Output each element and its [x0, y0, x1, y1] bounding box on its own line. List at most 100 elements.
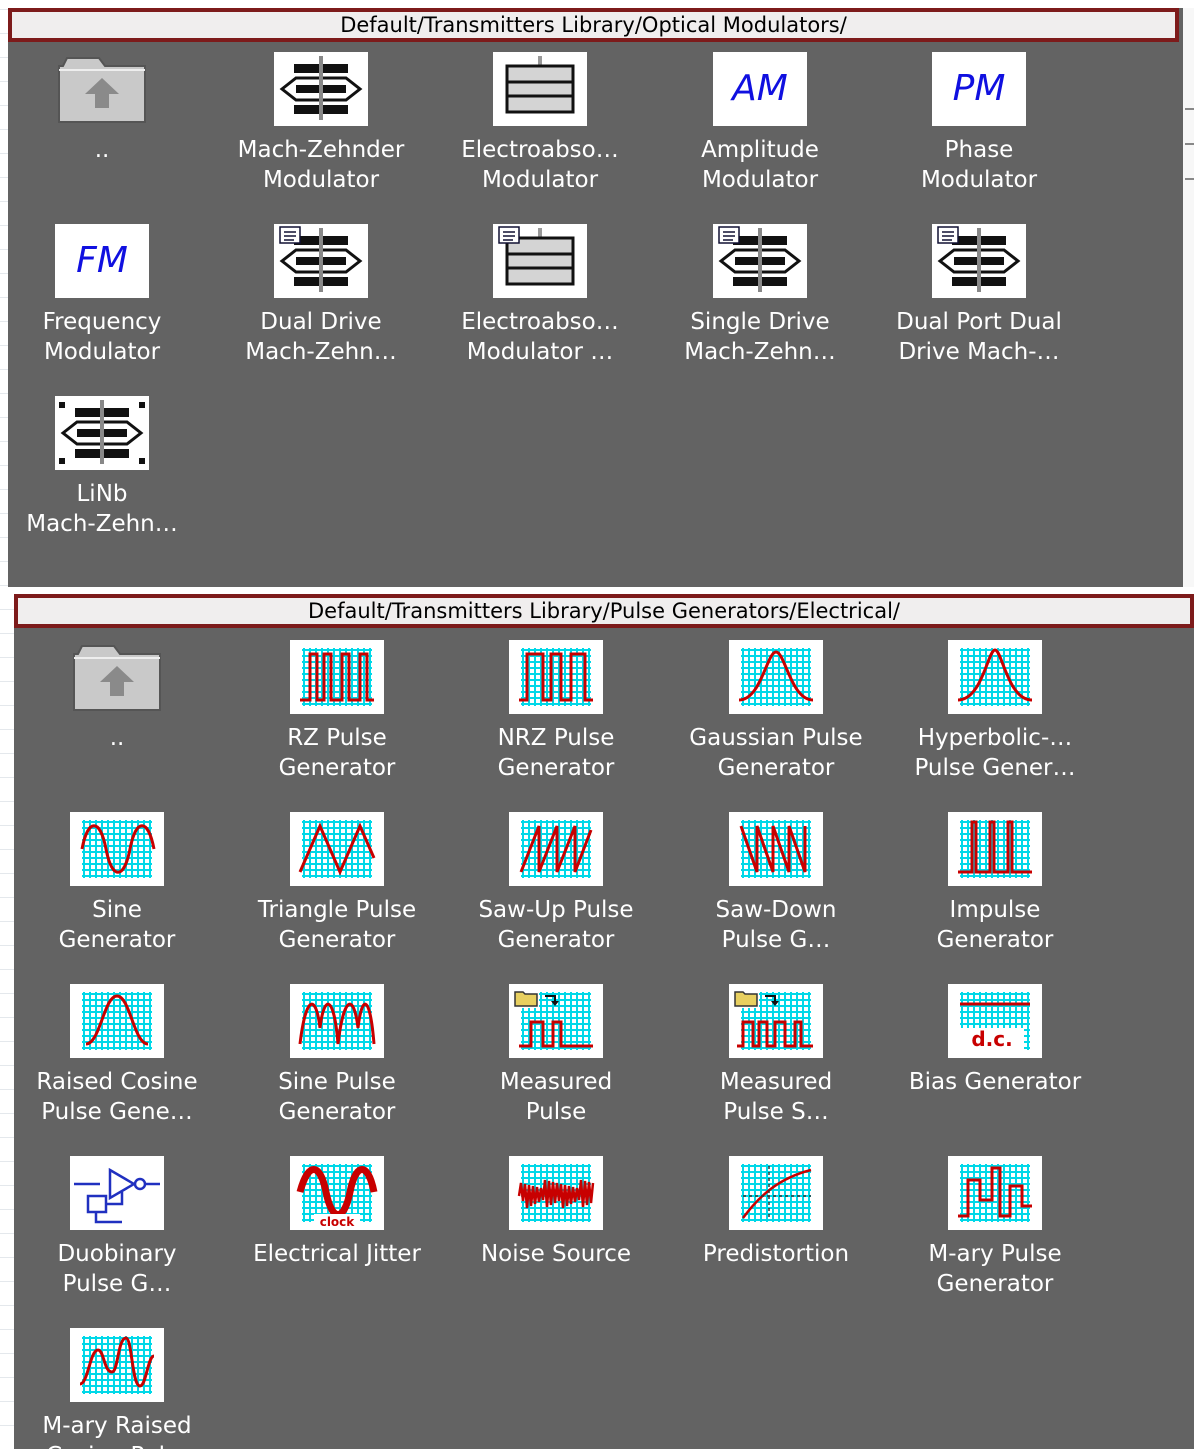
item-label: RZ Pulse Generator	[278, 725, 396, 781]
single-drive-mach-zehnder-icon	[713, 224, 807, 298]
library-item-linb-mach-zehnder[interactable]: LiNb Mach-Zehn…	[8, 396, 212, 539]
library-item-impulse[interactable]: Impulse Generator	[885, 812, 1105, 955]
library-item-raised-cosine[interactable]: Raised Cosine Pulse Gene…	[14, 984, 227, 1127]
item-label: Sine Generator	[58, 897, 176, 953]
hyperbolic-pulse-icon	[948, 640, 1042, 714]
library-panel-pulse-generators: Default/Transmitters Library/Pulse Gener…	[14, 594, 1194, 1449]
edge-tick	[1185, 143, 1194, 145]
right-edge-strip	[1183, 8, 1194, 587]
measured-pulse-sequence-icon	[729, 984, 823, 1058]
sine-pulse-icon	[290, 984, 384, 1058]
bias-dc-icon: d.c.	[948, 984, 1042, 1058]
svg-text:PM: PM	[953, 68, 1006, 109]
item-label: M-ary Pulse Generator	[928, 1241, 1062, 1297]
raised-cosine-icon	[70, 984, 164, 1058]
library-item-electroabsorption[interactable]: Electroabso… Modulator	[430, 52, 650, 195]
item-label: Phase Modulator	[920, 137, 1038, 193]
noise-icon	[509, 1156, 603, 1230]
library-item-bias-dc[interactable]: d.c. Bias Generator	[885, 984, 1105, 1097]
measured-pulse-icon	[509, 984, 603, 1058]
library-item-dual-drive-mach-zehnder[interactable]: Dual Drive Mach-Zehn…	[211, 224, 431, 367]
library-item-folder-up[interactable]: ..	[14, 640, 227, 753]
item-label: Noise Source	[480, 1241, 632, 1267]
item-label: Raised Cosine Pulse Gene…	[36, 1069, 198, 1125]
library-item-saw-up[interactable]: Saw-Up Pulse Generator	[446, 812, 666, 955]
item-label: Mach-Zehnder Modulator	[237, 137, 405, 193]
item-label: Electrical Jitter	[253, 1241, 421, 1267]
jitter-clock-icon: clock	[290, 1156, 384, 1230]
library-item-duobinary[interactable]: Duobinary Pulse G…	[14, 1156, 227, 1299]
library-item-pm[interactable]: PM Phase Modulator	[869, 52, 1089, 195]
library-item-gaussian-pulse[interactable]: Gaussian Pulse Generator	[666, 640, 886, 783]
library-item-dual-port-mach-zehnder[interactable]: Dual Port Dual Drive Mach-…	[869, 224, 1089, 367]
item-label: LiNb Mach-Zehn…	[26, 481, 178, 537]
svg-text:clock: clock	[320, 1215, 356, 1229]
library-item-rz-pulse[interactable]: RZ Pulse Generator	[227, 640, 447, 783]
library-item-saw-down[interactable]: Saw-Down Pulse G…	[666, 812, 886, 955]
dual-port-mach-zehnder-icon	[932, 224, 1026, 298]
library-item-predistortion[interactable]: Predistortion	[666, 1156, 886, 1269]
item-label: Duobinary Pulse G…	[57, 1241, 177, 1297]
item-label: Dual Drive Mach-Zehn…	[245, 309, 397, 365]
electroabsorption-icon	[493, 52, 587, 126]
library-item-jitter-clock[interactable]: clock Electrical Jitter	[227, 1156, 447, 1269]
library-item-folder-up[interactable]: ..	[8, 52, 212, 165]
library-item-sine[interactable]: Sine Generator	[14, 812, 227, 955]
item-label: Hyperbolic-… Pulse Gener…	[914, 725, 1076, 781]
item-label: Sine Pulse Generator	[278, 1069, 396, 1125]
impulse-icon	[948, 812, 1042, 886]
mary-raised-cosine-icon	[70, 1328, 164, 1402]
fm-icon: FM	[55, 224, 149, 298]
sine-icon	[70, 812, 164, 886]
library-item-measured-pulse[interactable]: Measured Pulse	[446, 984, 666, 1127]
library-item-fm[interactable]: FM Frequency Modulator	[8, 224, 212, 367]
predistortion-icon	[729, 1156, 823, 1230]
item-label: Saw-Up Pulse Generator	[478, 897, 634, 953]
item-label: Impulse Generator	[936, 897, 1054, 953]
triangle-pulse-icon	[290, 812, 384, 886]
item-label: Dual Port Dual Drive Mach-…	[896, 309, 1062, 365]
library-item-noise[interactable]: Noise Source	[446, 1156, 666, 1269]
item-label: ..	[109, 725, 125, 751]
item-label: NRZ Pulse Generator	[497, 725, 615, 781]
saw-up-icon	[509, 812, 603, 886]
library-panel-optical-modulators: Default/Transmitters Library/Optical Mod…	[8, 8, 1183, 587]
library-item-mary-pulse[interactable]: M-ary Pulse Generator	[885, 1156, 1105, 1299]
rz-pulse-icon	[290, 640, 384, 714]
am-icon: AM	[713, 52, 807, 126]
pm-icon: PM	[932, 52, 1026, 126]
library-item-mach-zehnder[interactable]: Mach-Zehnder Modulator	[211, 52, 431, 195]
gaussian-pulse-icon	[729, 640, 823, 714]
folder-up-icon	[55, 52, 149, 126]
item-label: Predistortion	[702, 1241, 850, 1267]
item-label: Saw-Down Pulse G…	[715, 897, 837, 953]
item-label: ..	[94, 137, 110, 163]
saw-down-icon	[729, 812, 823, 886]
library-item-measured-pulse-sequence[interactable]: Measured Pulse S…	[666, 984, 886, 1127]
linb-mach-zehnder-icon	[55, 396, 149, 470]
mach-zehnder-icon	[274, 52, 368, 126]
library-item-am[interactable]: AM Amplitude Modulator	[650, 52, 870, 195]
item-label: Amplitude Modulator	[701, 137, 819, 193]
svg-text:FM: FM	[76, 240, 128, 281]
item-label: Electroabso… Modulator …	[461, 309, 619, 365]
item-label: Triangle Pulse Generator	[257, 897, 417, 953]
library-item-nrz-pulse[interactable]: NRZ Pulse Generator	[446, 640, 666, 783]
library-item-sine-pulse[interactable]: Sine Pulse Generator	[227, 984, 447, 1127]
nrz-pulse-icon	[509, 640, 603, 714]
library-item-triangle-pulse[interactable]: Triangle Pulse Generator	[227, 812, 447, 955]
edge-tick	[1185, 108, 1194, 110]
item-label: Single Drive Mach-Zehn…	[684, 309, 836, 365]
svg-text:d.c.: d.c.	[971, 1027, 1012, 1051]
library-item-hyperbolic-pulse[interactable]: Hyperbolic-… Pulse Gener…	[885, 640, 1105, 783]
duobinary-icon	[70, 1156, 164, 1230]
library-item-mary-raised-cosine[interactable]: M-ary Raised Cosine Pul…	[14, 1328, 227, 1449]
edge-tick	[1185, 178, 1194, 180]
library-path-bar: Default/Transmitters Library/Optical Mod…	[8, 8, 1179, 42]
svg-text:AM: AM	[730, 68, 788, 109]
item-label: Frequency Modulator	[42, 309, 162, 365]
mary-pulse-icon	[948, 1156, 1042, 1230]
folder-up-icon	[70, 640, 164, 714]
library-item-electroabsorption-measured[interactable]: Electroabso… Modulator …	[430, 224, 650, 367]
library-item-single-drive-mach-zehnder[interactable]: Single Drive Mach-Zehn…	[650, 224, 870, 367]
